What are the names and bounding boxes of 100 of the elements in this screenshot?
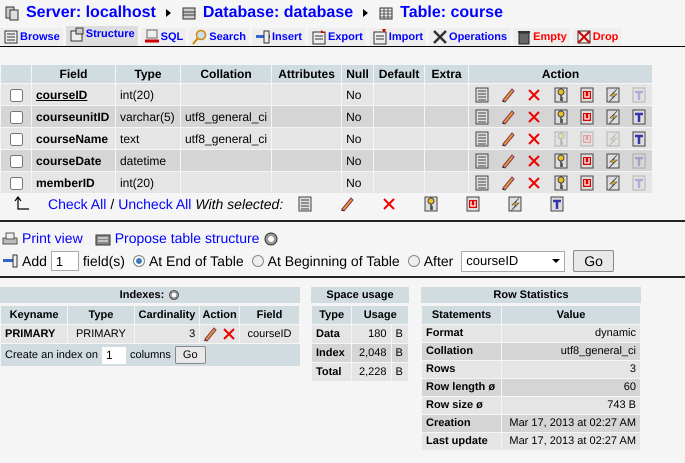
- database-icon: [180, 5, 197, 21]
- uncheck-all-link[interactable]: Uncheck All: [118, 194, 192, 214]
- table-cell: B: [392, 344, 408, 362]
- columns-label: columns: [130, 348, 171, 363]
- insert-icon: [254, 29, 271, 45]
- cross-icon: [526, 174, 542, 190]
- magnifier-icon: [192, 29, 208, 45]
- after-field-select[interactable]: courseID: [461, 250, 566, 272]
- list-icon: [474, 174, 490, 190]
- table-cell: Mar 17, 2013 at 02:27 AM: [502, 415, 640, 432]
- help-icon: [263, 230, 280, 246]
- radio-button[interactable]: [252, 255, 264, 267]
- pencil-icon: [500, 174, 516, 190]
- propose-structure-link[interactable]: Propose table structure: [114, 228, 260, 249]
- sql-icon: [144, 29, 160, 45]
- table-cell: Total: [312, 363, 352, 381]
- table-cell: varchar(5): [120, 110, 175, 124]
- radio-button[interactable]: [132, 255, 145, 267]
- go-button[interactable]: Go: [174, 346, 206, 364]
- column-header: Field: [32, 65, 115, 83]
- table-cell: 180: [352, 325, 391, 343]
- table-cell: 3: [134, 325, 200, 343]
- breadcrumb-arrow-icon: [363, 9, 368, 17]
- breadcrumb-link[interactable]: Table: course: [400, 1, 503, 25]
- add-field-icon: [2, 253, 18, 269]
- radio-label: After: [424, 252, 454, 270]
- lightning-icon: [507, 196, 524, 212]
- import-icon: [372, 29, 388, 45]
- table-cell: int(20): [120, 176, 154, 190]
- radio-label: At End of Table: [148, 252, 244, 270]
- column-header: Type: [68, 306, 134, 324]
- space-usage-title: Space usage: [311, 287, 409, 303]
- unique-icon: [465, 196, 482, 212]
- with-selected-label: With selected:: [195, 194, 284, 214]
- radio-button[interactable]: [408, 255, 420, 267]
- breadcrumb-link[interactable]: Server: localhost: [26, 1, 156, 25]
- tab[interactable]: Structure: [66, 26, 138, 46]
- table-cell: Index: [312, 344, 352, 362]
- table-cell: int(20): [120, 88, 154, 102]
- cross-icon: [526, 108, 542, 124]
- tab[interactable]: Export: [308, 28, 366, 46]
- key-icon: [423, 196, 440, 212]
- column-header: Statements: [422, 306, 501, 324]
- tab[interactable]: SQL: [140, 28, 186, 46]
- table-icon: [378, 5, 394, 21]
- table-cell: 2,048: [352, 344, 391, 362]
- table-cell: utf8_general_ci: [502, 343, 640, 360]
- table-cell: Mar 17, 2013 at 02:27 AM: [502, 433, 640, 450]
- list-icon: [474, 86, 490, 102]
- table-cell: Format: [422, 325, 501, 342]
- row-checkbox[interactable]: [10, 88, 22, 102]
- row-checkbox[interactable]: [10, 176, 22, 190]
- column-header: Usage: [352, 306, 408, 324]
- row-statistics-title: Row Statistics: [421, 287, 641, 303]
- table-cell: 2,228: [352, 363, 391, 381]
- breadcrumb-link[interactable]: Database: database: [202, 1, 354, 25]
- table-cell: 3: [502, 361, 640, 378]
- row-checkbox[interactable]: [10, 132, 22, 146]
- table-cell: 743 B: [502, 397, 640, 414]
- go-button[interactable]: Go: [573, 250, 614, 272]
- table-cell: utf8_general_ci: [185, 132, 268, 146]
- table-cell: Last update: [422, 433, 501, 450]
- field-name: courseName: [36, 132, 108, 146]
- tab[interactable]: Import: [368, 28, 426, 46]
- tab[interactable]: Search: [189, 28, 249, 46]
- print-view-link[interactable]: Print view: [22, 228, 83, 249]
- tab[interactable]: Operations: [429, 28, 510, 46]
- cross-icon: [526, 152, 542, 168]
- indexes-title: Indexes:: [120, 288, 164, 303]
- radio-label: At Beginning of Table: [268, 252, 400, 271]
- fulltext-icon: [549, 196, 566, 212]
- export-icon: [310, 29, 327, 45]
- row-checkbox[interactable]: [10, 110, 22, 124]
- table-cell: Row length ø: [422, 379, 501, 396]
- create-index-label: Create an index on: [5, 348, 98, 363]
- row-checkbox[interactable]: [10, 154, 22, 168]
- list-icon: [474, 152, 490, 168]
- field-name: courseID: [36, 88, 88, 102]
- column-header: Type: [116, 65, 180, 83]
- table-cell: Collation: [422, 343, 501, 360]
- field-count-input[interactable]: 1: [50, 251, 79, 271]
- tab[interactable]: Browse: [0, 28, 63, 46]
- table-cell: dynamic: [502, 325, 640, 342]
- server-icon: [4, 5, 20, 21]
- fields-label: field(s): [82, 252, 125, 271]
- check-all-link[interactable]: Check All: [48, 194, 106, 214]
- table-cell: Row size ø: [422, 397, 501, 414]
- column-header: Action: [469, 65, 652, 83]
- table-cell: 60: [502, 379, 640, 396]
- column-header: Attributes: [272, 65, 342, 83]
- table-cell: Data: [312, 325, 352, 343]
- column-header: Collation: [181, 65, 272, 83]
- table-cell: B: [392, 325, 408, 343]
- field-name: courseDate: [36, 154, 102, 168]
- tab[interactable]: Insert: [252, 28, 305, 46]
- table-cell: Rows: [422, 361, 501, 378]
- column-header: Keyname: [1, 306, 68, 324]
- column-header: Cardinality: [134, 306, 200, 324]
- breadcrumb-arrow-icon: [166, 9, 171, 17]
- index-columns-input[interactable]: 1: [102, 346, 126, 364]
